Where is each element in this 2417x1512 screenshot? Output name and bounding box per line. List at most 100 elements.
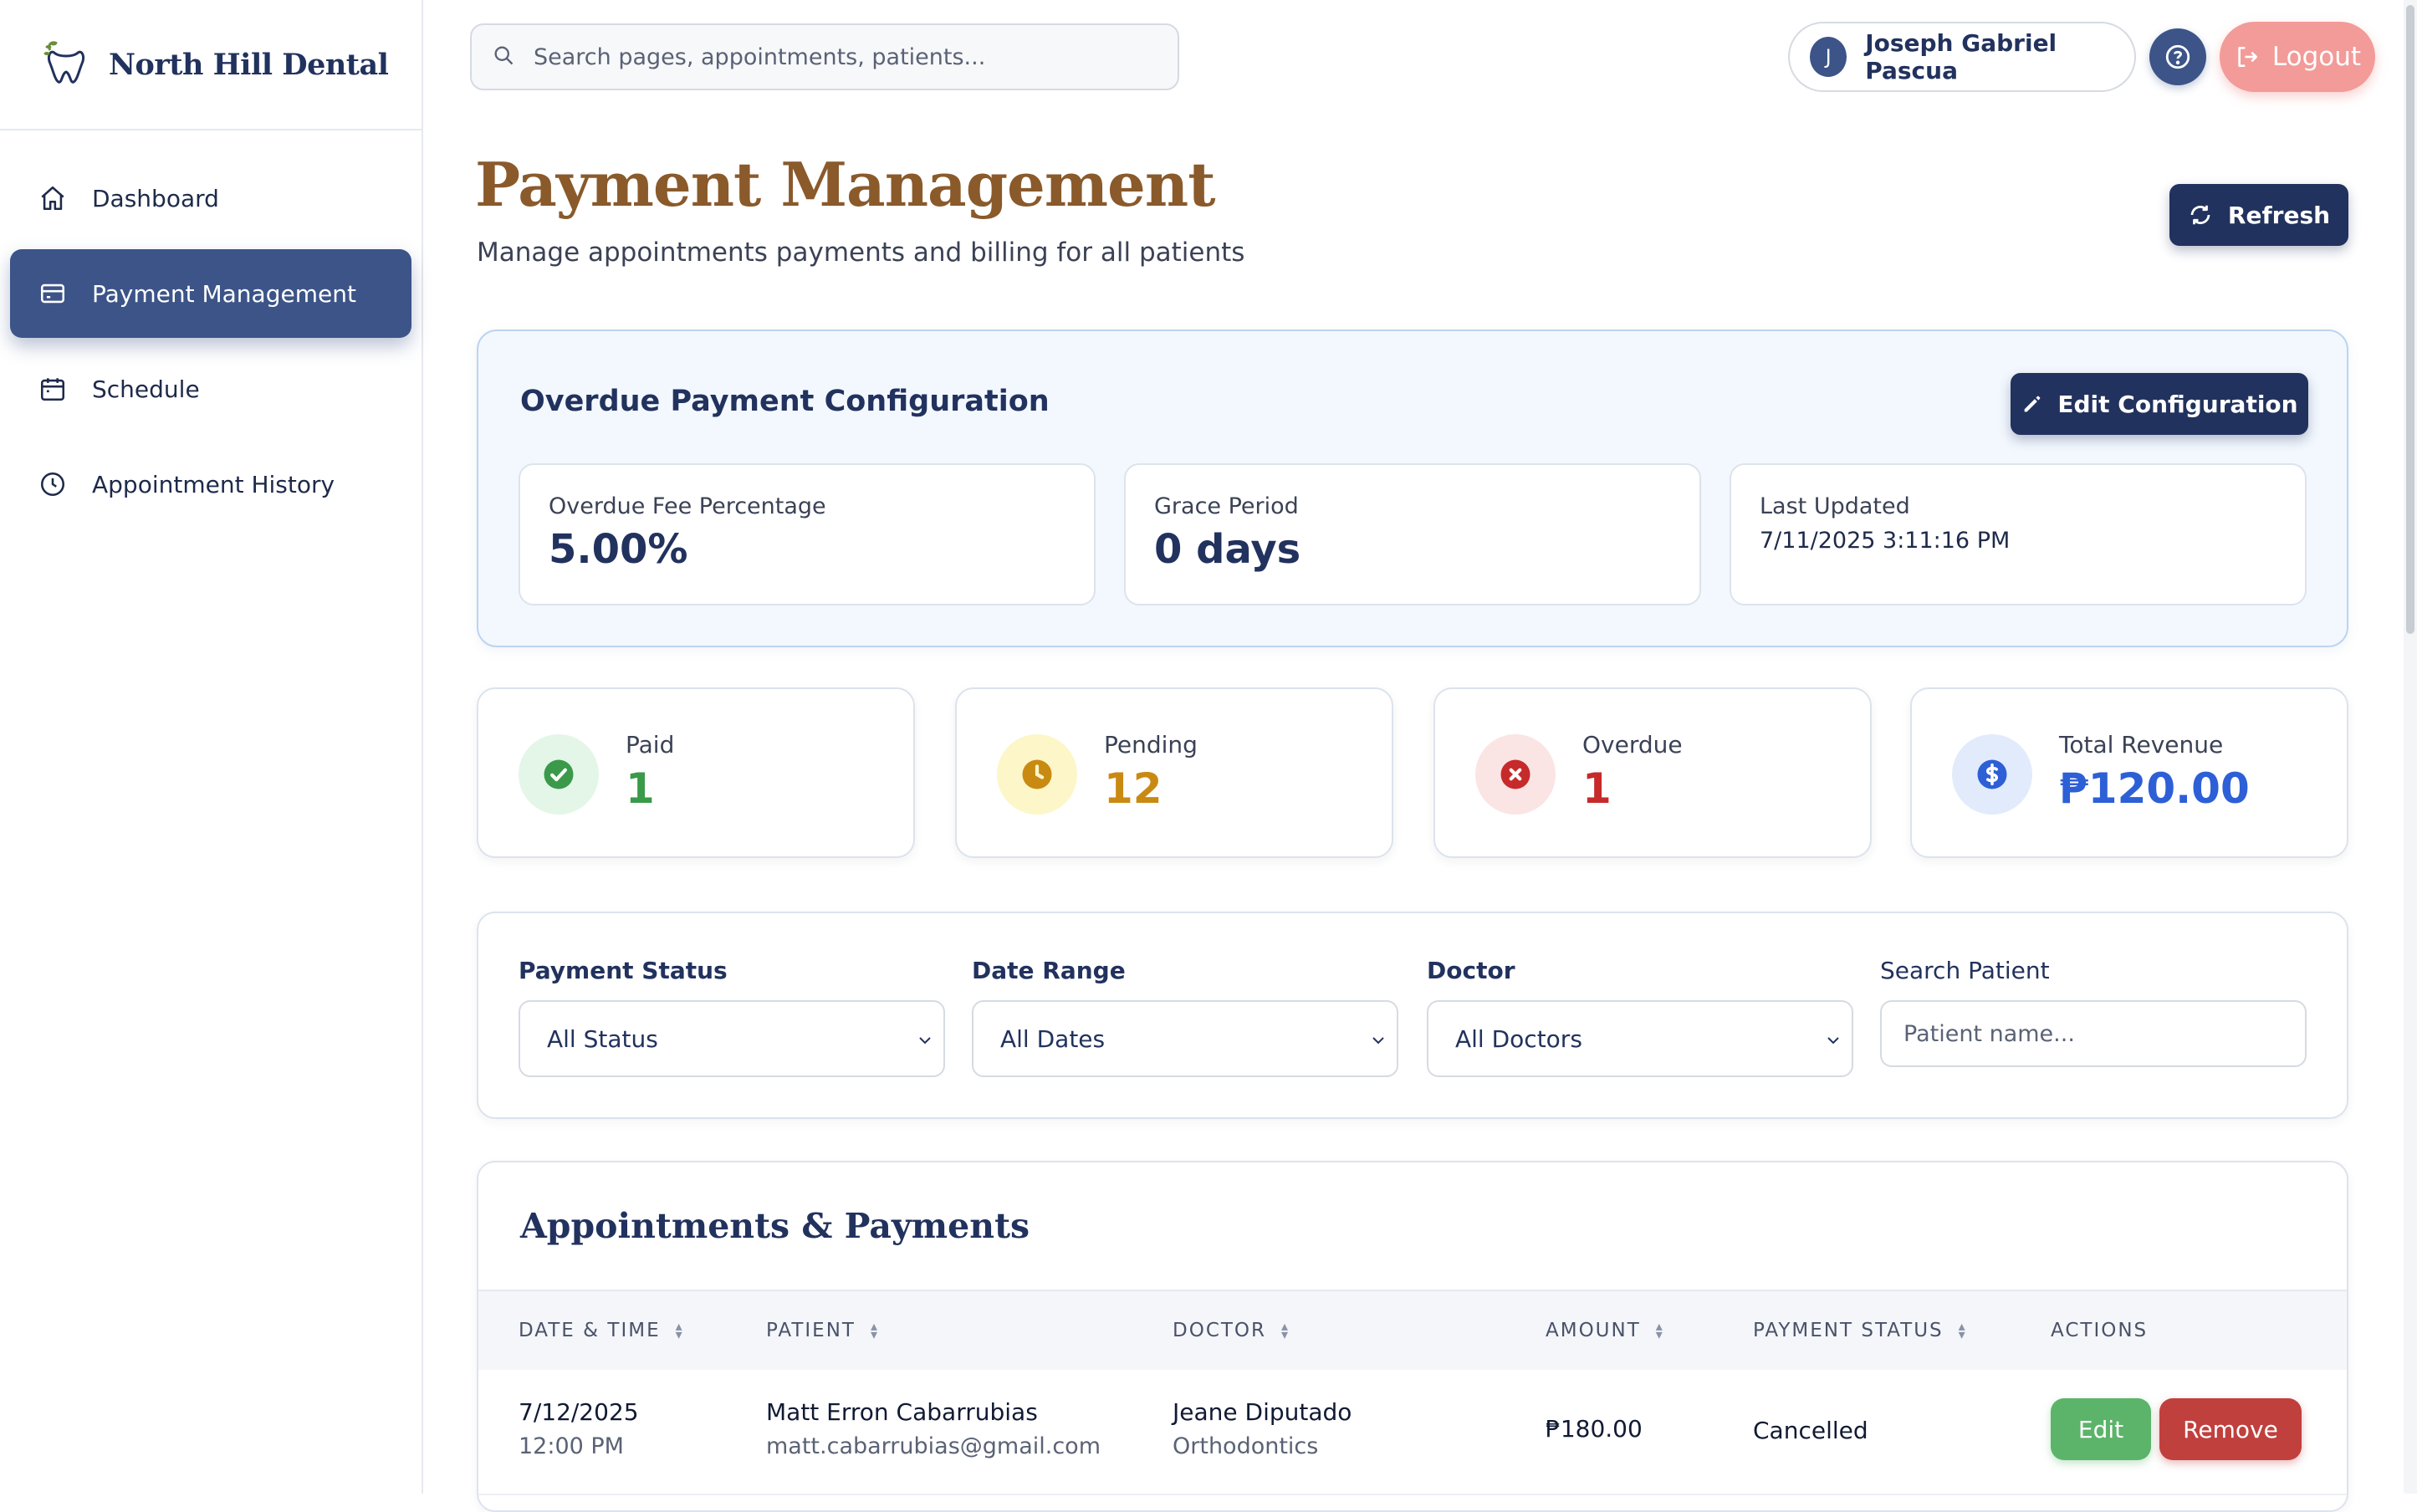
doctor-select[interactable]: All Doctors (1427, 1000, 1853, 1077)
patient-email: matt.cabarrubias@gmail.com (766, 1433, 1101, 1459)
search-patient-input[interactable] (1880, 1000, 2307, 1067)
last-updated-box: Last Updated 7/11/2025 3:11:16 PM (1730, 463, 2307, 605)
x-circle-icon (1475, 734, 1556, 815)
scrollbar-thumb[interactable] (2406, 5, 2414, 634)
last-updated-value: 7/11/2025 3:11:16 PM (1760, 528, 2011, 554)
home-icon (37, 182, 69, 214)
sort-icon: ▴ ▾ (1655, 1318, 1664, 1342)
stat-card-pending: Pending 12 (955, 687, 1393, 858)
clock-icon (37, 468, 69, 500)
avatar: J (1810, 37, 1847, 77)
filters-card: Payment Status All Status Date Range All… (477, 912, 2348, 1119)
sidebar-item-schedule[interactable]: Schedule (10, 345, 411, 433)
amount: ₱180.00 (1546, 1415, 1643, 1443)
user-menu[interactable]: J Joseph Gabriel Pascua (1788, 22, 2136, 92)
check-circle-icon (519, 734, 599, 815)
edit-configuration-label: Edit Configuration (2057, 390, 2298, 418)
column-header-payment-status[interactable]: PAYMENT STATUS ▴ ▾ (1753, 1318, 1967, 1342)
page-subtitle: Manage appointments payments and billing… (477, 238, 1245, 268)
brand[interactable]: North Hill Dental (0, 0, 422, 130)
grace-period-value: 0 days (1154, 526, 1301, 573)
date-range-label: Date Range (972, 957, 1126, 984)
global-search[interactable] (470, 23, 1179, 90)
stat-label: Paid (626, 731, 675, 759)
remove-button[interactable]: Remove (2159, 1398, 2302, 1460)
stat-value: ₱120.00 (2059, 764, 2250, 813)
credit-card-icon (37, 278, 69, 309)
column-header-date-time[interactable]: DATE & TIME ▴ ▾ (519, 1318, 684, 1342)
logout-button[interactable]: Logout (2220, 22, 2375, 92)
help-icon (2165, 44, 2190, 69)
payment-status-select[interactable]: All Status (519, 1000, 945, 1077)
scrollbar[interactable] (2404, 0, 2417, 1494)
column-header-patient[interactable]: PATIENT ▴ ▾ (766, 1318, 879, 1342)
column-header-label: ACTIONS (2051, 1320, 2149, 1341)
stat-label: Total Revenue (2059, 731, 2224, 759)
patient-name: Matt Erron Cabarrubias (766, 1398, 1038, 1426)
sort-icon: ▴ ▾ (870, 1318, 879, 1342)
appointment-date: 7/12/2025 (519, 1398, 639, 1426)
doctor-label: Doctor (1427, 957, 1515, 984)
sort-icon: ▴ ▾ (1281, 1318, 1290, 1342)
appointments-payments-card: Appointments & Payments DATE & TIME ▴ ▾ P… (477, 1161, 2348, 1512)
date-range-select[interactable]: All Dates (972, 1000, 1398, 1077)
overdue-fee-value: 5.00% (549, 526, 688, 573)
sort-icon: ▴ ▾ (1958, 1318, 1967, 1342)
doctor-specialty: Orthodontics (1173, 1433, 1319, 1459)
refresh-label: Refresh (2227, 201, 2331, 229)
page-title: Payment Management (475, 149, 1215, 220)
logout-icon (2238, 47, 2257, 67)
sidebar: North Hill Dental Dashboard Payment Mana… (0, 0, 423, 1494)
search-patient-label: Search Patient (1880, 957, 2050, 984)
sidebar-item-payment-management[interactable]: Payment Management (10, 249, 411, 338)
sidebar-item-dashboard[interactable]: Dashboard (10, 154, 411, 243)
sort-icon: ▴ ▾ (675, 1318, 684, 1342)
column-header-label: PAYMENT STATUS (1753, 1320, 1944, 1341)
stat-value: 12 (1104, 764, 1163, 813)
logout-label: Logout (2271, 42, 2362, 72)
payment-status-value: All Status (547, 1024, 658, 1053)
last-updated-label: Last Updated (1760, 493, 1910, 519)
help-button[interactable] (2149, 28, 2206, 85)
dollar-circle-icon (1952, 734, 2032, 815)
table-title: Appointments & Payments (520, 1206, 1030, 1246)
payment-status: Cancelled (1753, 1417, 1868, 1444)
pencil-icon (2025, 396, 2041, 412)
stat-label: Overdue (1582, 731, 1683, 759)
sidebar-item-label: Schedule (92, 375, 200, 403)
appointment-time: 12:00 PM (519, 1433, 624, 1459)
sidebar-item-appointment-history[interactable]: Appointment History (10, 440, 411, 529)
config-title: Overdue Payment Configuration (520, 385, 1050, 418)
brand-name: North Hill Dental (109, 47, 389, 82)
overdue-config-card: Overdue Payment Configuration Edit Confi… (477, 329, 2348, 647)
chevron-down-icon (1827, 1037, 1839, 1045)
table-row: 7/12/2025 12:00 PM Matt Erron Cabarrubia… (478, 1370, 2347, 1495)
refresh-button[interactable]: Refresh (2169, 184, 2348, 246)
column-header-label: DOCTOR (1173, 1320, 1267, 1341)
clock-icon (997, 734, 1077, 815)
column-header-label: DATE & TIME (519, 1320, 661, 1341)
stat-value: 1 (1582, 764, 1612, 813)
edit-button[interactable]: Edit (2051, 1398, 2151, 1460)
sidebar-item-label: Payment Management (92, 279, 356, 308)
stat-card-paid: Paid 1 (477, 687, 915, 858)
search-input[interactable] (534, 43, 1169, 70)
column-header-actions: ACTIONS (2051, 1320, 2148, 1341)
doctor-name: Jeane Diputado (1173, 1398, 1352, 1426)
stat-card-total-revenue: Total Revenue ₱120.00 (1910, 687, 2348, 858)
overdue-fee-box: Overdue Fee Percentage 5.00% (519, 463, 1096, 605)
grace-period-box: Grace Period 0 days (1124, 463, 1701, 605)
tooth-logo-icon (43, 41, 85, 84)
column-header-doctor[interactable]: DOCTOR ▴ ▾ (1173, 1318, 1290, 1342)
stat-card-overdue: Overdue 1 (1433, 687, 1872, 858)
edit-configuration-button[interactable]: Edit Configuration (2011, 373, 2308, 435)
date-range-value: All Dates (1000, 1024, 1106, 1053)
refresh-icon (2190, 205, 2210, 225)
column-header-label: PATIENT (766, 1320, 856, 1341)
stat-label: Pending (1104, 731, 1198, 759)
user-name: Joseph Gabriel Pascua (1865, 29, 2057, 84)
calendar-icon (37, 373, 69, 405)
chevron-down-icon (1372, 1037, 1384, 1045)
column-header-amount[interactable]: AMOUNT ▴ ▾ (1546, 1318, 1664, 1342)
payment-status-label: Payment Status (519, 957, 728, 984)
